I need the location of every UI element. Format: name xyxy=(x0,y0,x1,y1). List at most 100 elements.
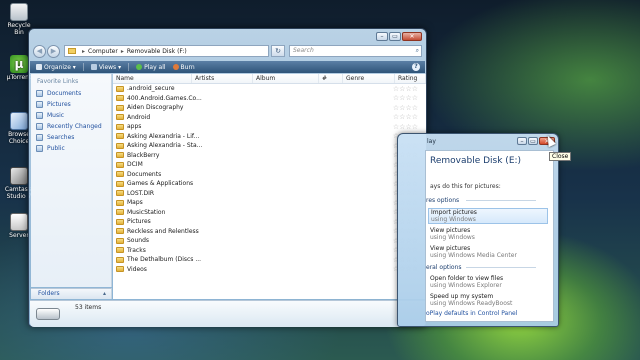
file-row[interactable]: Maps☆☆☆☆ xyxy=(113,198,426,208)
search-placeholder: Search xyxy=(293,47,314,54)
nav-link-pictures[interactable]: Pictures xyxy=(31,99,111,110)
file-list: Name Artists Album # Genre Rating .andro… xyxy=(113,74,426,299)
folder-icon xyxy=(116,123,124,130)
folder-icon xyxy=(116,114,124,121)
nav-link-music[interactable]: Music xyxy=(31,110,111,121)
forward-button[interactable]: ▶ xyxy=(47,44,60,58)
file-row[interactable]: DCIM☆☆☆☆ xyxy=(113,160,426,170)
nav-link-searches[interactable]: Searches xyxy=(31,132,111,143)
file-row[interactable]: Tracks☆☆☆☆ xyxy=(113,246,426,256)
autoplay-defaults-link[interactable]: oPlay defaults in Control Panel xyxy=(426,310,517,317)
search-input[interactable]: Search ⌕ xyxy=(289,45,422,57)
nav-link-public[interactable]: Public xyxy=(31,143,111,154)
file-row[interactable]: Games & Applications☆☆☆☆ xyxy=(113,179,426,189)
pictures-options-heading: res options xyxy=(426,197,537,204)
file-name-cell: Sounds xyxy=(113,237,319,244)
views-icon xyxy=(90,64,97,70)
file-row[interactable]: The Dethalbum (Discs ...☆☆☆☆ xyxy=(113,255,426,265)
address-row: ◀ ▶ ▸ Computer ▸ Removable Disk (F:) ↻ S… xyxy=(33,43,422,59)
rating-stars-icon[interactable]: ☆☆☆☆ xyxy=(393,113,418,121)
file-name-cell: Reckless and Relentless xyxy=(113,228,319,235)
file-name: DCIM xyxy=(127,161,143,169)
column-rating[interactable]: Rating xyxy=(395,74,426,83)
file-row[interactable]: Reckless and Relentless☆☆☆☆ xyxy=(113,227,426,237)
nav-link-label: Searches xyxy=(47,134,75,141)
option-open-folder[interactable]: Open folder to view files using Windows … xyxy=(430,275,550,289)
file-row[interactable]: Pictures☆☆☆☆ xyxy=(113,217,426,227)
file-row[interactable]: MusicStation☆☆☆☆ xyxy=(113,208,426,218)
file-row[interactable]: 400.Android.Games.Co... ☆☆☆☆ xyxy=(113,94,426,104)
views-button[interactable]: Views ▾ xyxy=(90,64,121,71)
file-row[interactable]: LOST.DIR☆☆☆☆ xyxy=(113,189,426,199)
address-bar[interactable]: ▸ Computer ▸ Removable Disk (F:) xyxy=(64,45,269,57)
minimize-button[interactable]: – xyxy=(376,32,388,41)
column-genre[interactable]: Genre xyxy=(343,74,395,83)
folder-icon xyxy=(116,256,124,263)
file-name: Android xyxy=(127,113,151,121)
breadcrumb-drive[interactable]: Removable Disk (F:) xyxy=(127,48,187,55)
file-name-cell: LOST.DIR xyxy=(113,190,319,197)
file-row[interactable]: Android ☆☆☆☆ xyxy=(113,113,426,123)
file-name: Pictures xyxy=(127,218,151,226)
folders-label: Folders xyxy=(38,290,60,297)
folders-toggle[interactable]: Folders ▴ xyxy=(31,288,112,299)
file-name-cell: Documents xyxy=(113,171,319,178)
rating-stars-icon[interactable]: ☆☆☆☆ xyxy=(393,123,418,131)
play-all-button[interactable]: Play all xyxy=(136,64,166,71)
search-icon[interactable]: ⌕ xyxy=(416,46,419,56)
column-track-number[interactable]: # xyxy=(319,74,343,83)
file-name: BlackBerry xyxy=(127,151,160,159)
file-name: .android_secure xyxy=(127,85,175,93)
breadcrumb-computer[interactable]: Computer xyxy=(88,48,118,55)
folder-icon xyxy=(68,48,76,54)
documents-icon xyxy=(36,90,43,97)
maximize-button[interactable]: ▭ xyxy=(389,32,401,41)
help-icon[interactable]: ? xyxy=(412,63,420,71)
column-album[interactable]: Album xyxy=(253,74,319,83)
file-row[interactable]: Aiden Discography ☆☆☆☆ xyxy=(113,103,426,113)
file-row[interactable]: Asking Alexandria - Lif...☆☆☆☆ xyxy=(113,132,426,142)
file-row[interactable]: Videos☆☆☆☆ xyxy=(113,265,426,275)
back-button[interactable]: ◀ xyxy=(33,44,46,58)
file-row[interactable]: Asking Alexandria - Sta...☆☆☆☆ xyxy=(113,141,426,151)
removable-drive-icon xyxy=(36,308,60,320)
rating-stars-icon[interactable]: ☆☆☆☆ xyxy=(393,94,418,102)
always-do-this-checkbox-label[interactable]: ays do this for pictures: xyxy=(430,183,501,190)
file-row[interactable]: Documents☆☆☆☆ xyxy=(113,170,426,180)
column-artists[interactable]: Artists xyxy=(192,74,253,83)
rating-stars-icon[interactable]: ☆☆☆☆ xyxy=(393,104,418,112)
rating-stars-icon[interactable]: ☆☆☆☆ xyxy=(393,85,418,93)
server-icon xyxy=(10,213,28,231)
file-name-cell: BlackBerry xyxy=(113,152,319,159)
nav-link-recently-changed[interactable]: Recently Changed xyxy=(31,121,111,132)
folder-icon xyxy=(116,161,124,168)
minimize-button[interactable]: – xyxy=(517,137,527,145)
option-import-pictures[interactable]: Import pictures using Windows xyxy=(428,208,548,224)
close-button[interactable]: ✕ xyxy=(402,32,422,41)
burn-icon xyxy=(172,64,179,70)
column-name[interactable]: Name xyxy=(113,74,192,83)
file-name: Tracks xyxy=(127,246,146,254)
file-name-cell: Tracks xyxy=(113,247,319,254)
nav-link-documents[interactable]: Documents xyxy=(31,88,111,99)
burn-button[interactable]: Burn xyxy=(172,64,195,71)
option-view-pictures[interactable]: View pictures using Windows xyxy=(430,227,550,241)
folder-icon xyxy=(116,104,124,111)
file-row[interactable]: apps ☆☆☆☆ xyxy=(113,122,426,132)
file-row[interactable]: .android_secure ☆☆☆☆ xyxy=(113,84,426,94)
music-icon xyxy=(36,112,43,119)
folder-icon xyxy=(116,218,124,225)
public-icon xyxy=(36,145,43,152)
organize-button[interactable]: Organize ▾ xyxy=(36,64,76,71)
option-speed-up-system[interactable]: Speed up my system using Windows ReadyBo… xyxy=(430,293,550,307)
general-options-heading: eral options xyxy=(426,264,535,271)
maximize-button[interactable]: ▭ xyxy=(528,137,538,145)
file-name-cell: Maps xyxy=(113,199,319,206)
file-name: Sounds xyxy=(127,237,150,245)
file-row[interactable]: Sounds☆☆☆☆ xyxy=(113,236,426,246)
refresh-button[interactable]: ↻ xyxy=(271,45,285,57)
file-row[interactable]: BlackBerry☆☆☆☆ xyxy=(113,151,426,161)
file-name: 400.Android.Games.Co... xyxy=(127,94,202,102)
explorer-window: – ▭ ✕ ◀ ▶ ▸ Computer ▸ Removable Disk (F… xyxy=(28,28,427,327)
option-view-pictures-media-center[interactable]: View pictures using Windows Media Center xyxy=(430,245,550,259)
